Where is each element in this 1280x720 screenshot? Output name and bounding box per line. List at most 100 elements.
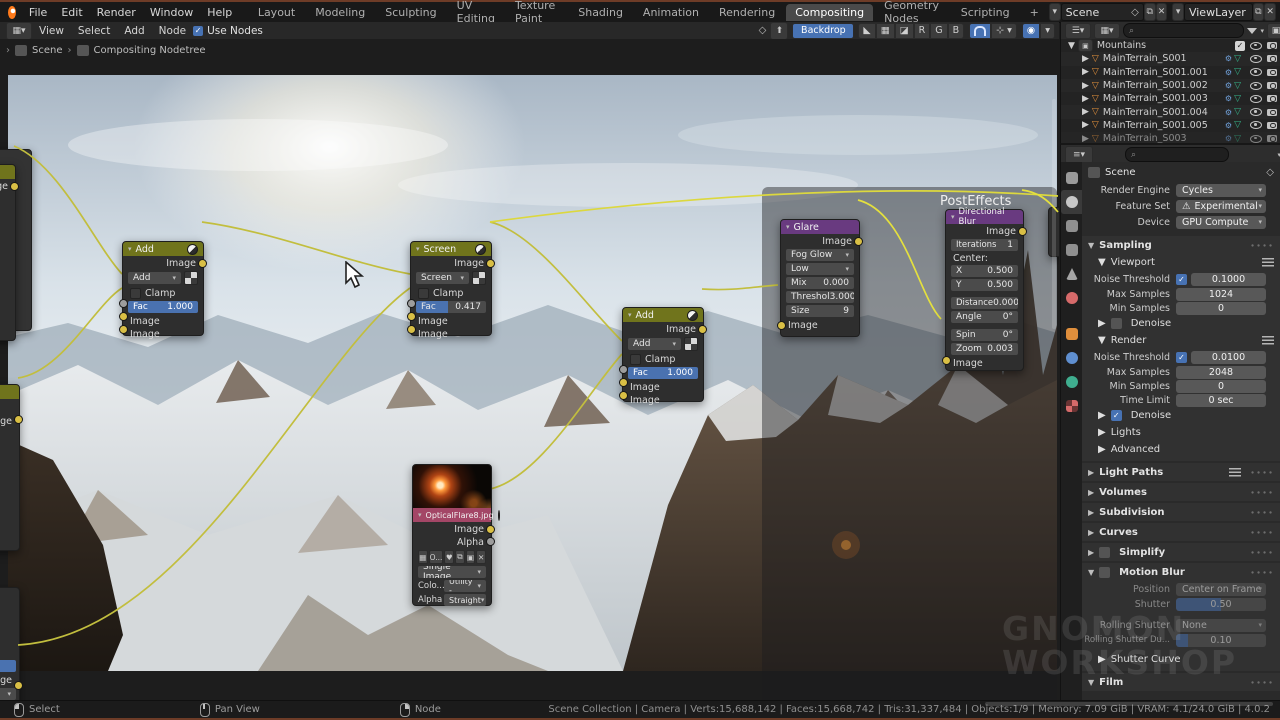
hide-eye-icon[interactable]: [1250, 121, 1262, 130]
zoom-field[interactable]: Zoom 0.003: [951, 343, 1018, 355]
fac-slider[interactable]: Fac 0.417: [416, 301, 486, 313]
blend-mode-dropdown[interactable]: Add ▾: [128, 272, 181, 284]
object-name[interactable]: MainTerrain_S001.005: [1103, 120, 1208, 131]
hide-eye-icon[interactable]: [1250, 134, 1262, 143]
r-max-samples-field[interactable]: 2048: [1176, 365, 1266, 379]
pin-icon[interactable]: ◇: [1131, 7, 1139, 18]
channel-g-button[interactable]: G: [930, 22, 948, 39]
simplify-panel[interactable]: ▶ Simplify ∙∙∙∙: [1082, 543, 1280, 561]
hide-eye-icon[interactable]: [1250, 81, 1262, 90]
tab-layout[interactable]: Layout: [249, 4, 304, 21]
socket-image-out[interactable]: [486, 259, 495, 268]
clamp-checkbox[interactable]: [418, 287, 429, 299]
source-dropdown[interactable]: Single Image ▾: [418, 566, 486, 578]
socket-fac[interactable]: [619, 365, 628, 374]
film-panel[interactable]: ▼ Film ∙∙∙∙: [1082, 673, 1280, 691]
editor-type-icon[interactable]: ▦▾: [6, 21, 32, 40]
use-nodes-checkbox[interactable]: ✓: [193, 25, 204, 36]
new-collection-icon[interactable]: ▣: [1267, 22, 1280, 39]
object-name[interactable]: MainTerrain_S003: [1103, 133, 1187, 143]
collapse-icon[interactable]: ▾: [628, 311, 632, 319]
tab-animation[interactable]: Animation: [634, 4, 708, 21]
collapse-icon[interactable]: ▾: [128, 245, 132, 253]
center-y-field[interactable]: Y 0.500: [951, 279, 1018, 291]
vp-noise-threshold-field[interactable]: 0.1000: [1191, 272, 1266, 286]
menu-window[interactable]: Window: [143, 6, 200, 19]
collection-checkbox[interactable]: ✓: [1235, 40, 1245, 51]
socket-fac[interactable]: [119, 299, 128, 308]
collapse-icon[interactable]: ▾: [951, 213, 955, 221]
image-name-button[interactable]: O...: [428, 550, 444, 564]
hide-eye-icon[interactable]: [1250, 41, 1262, 50]
socket-image-in[interactable]: [942, 356, 951, 365]
editor-menu-add[interactable]: Add: [117, 25, 151, 37]
channel-r-button[interactable]: R: [913, 22, 931, 39]
mix-slider[interactable]: Mix 0.000: [786, 277, 854, 289]
disclosure-icon[interactable]: ▶: [1082, 94, 1089, 104]
unlink-icon[interactable]: ✕: [476, 550, 486, 564]
tab-modeling[interactable]: Modeling: [306, 4, 374, 21]
outliner-display-mode-icon[interactable]: ▦▾: [1094, 22, 1120, 39]
time-limit-field[interactable]: 0 sec: [1176, 393, 1266, 407]
r-denoise-checkbox[interactable]: ✓: [1110, 410, 1122, 421]
fake-user-icon[interactable]: ♥: [444, 550, 455, 564]
tab-shading[interactable]: Shading: [569, 4, 632, 21]
socket-image-out[interactable]: [1018, 227, 1027, 236]
tab-scene[interactable]: [1061, 262, 1083, 286]
color-space-dropdown[interactable]: Utility - ... ▾: [444, 580, 486, 592]
socket-image-in1[interactable]: [619, 378, 628, 387]
outliner-row-object[interactable]: ▶ ▽ MainTerrain_S001.003 ⚙ ▽: [1061, 92, 1280, 105]
backdrop-color-alpha-button[interactable]: ◣: [858, 22, 876, 39]
collapse-icon[interactable]: ▾: [416, 245, 420, 253]
node-directional-blur[interactable]: ▾ Directional Blur Image Iterations 1 Cen…: [942, 207, 1027, 371]
fac-slider[interactable]: Fac 1.000: [128, 301, 198, 313]
outliner-row-object[interactable]: ▶ ▽ MainTerrain_S001.005 ⚙ ▽: [1061, 119, 1280, 132]
spin-field[interactable]: Spin 0°: [951, 329, 1018, 341]
node-glare[interactable]: ▾ Glare Image Fog Glow ▾ Low ▾ Mix 0.000 Th…: [777, 219, 863, 337]
r-min-samples-field[interactable]: 0: [1176, 379, 1266, 393]
outliner-row-object[interactable]: ▶ ▽ MainTerrain_S001.002 ⚙ ▽: [1061, 78, 1280, 93]
node-add-1[interactable]: ▾ Add Image Add ▾ Clamp Fac 1.000 Image Im…: [119, 241, 207, 340]
tab-tool[interactable]: [1061, 166, 1083, 190]
add-workspace-button[interactable]: +: [1021, 4, 1048, 21]
feature-set-dropdown[interactable]: ⚠ Experimental ▾: [1176, 199, 1266, 213]
snap-options-dropdown[interactable]: ⊹ ▾: [991, 22, 1017, 39]
r-noise-threshold-field[interactable]: 0.0100: [1191, 350, 1266, 364]
render-subpanel-header[interactable]: ▼ Render: [1082, 332, 1280, 349]
hide-eye-icon[interactable]: [1250, 94, 1262, 103]
scene-unlink-icon[interactable]: ✕: [1155, 3, 1168, 21]
fac-slider[interactable]: Fac 1.000: [628, 367, 698, 379]
disclosure-icon[interactable]: ▶: [1082, 67, 1089, 77]
properties-search-input[interactable]: ⌕: [1125, 147, 1229, 162]
preset-list-icon[interactable]: [1262, 258, 1274, 267]
tab-rendering[interactable]: Rendering: [710, 4, 784, 21]
go-to-parent-icon[interactable]: ⬆: [770, 21, 789, 40]
tab-sculpting[interactable]: Sculpting: [376, 4, 445, 21]
disclosure-icon[interactable]: ▶: [1082, 120, 1089, 130]
node-add-2[interactable]: ▾ Add Image Add ▾ Clamp Fac 1.000 Image Im…: [619, 307, 707, 406]
socket-image-in2[interactable]: [407, 325, 416, 334]
object-name[interactable]: MainTerrain_S001: [1103, 53, 1187, 64]
subdivision-panel[interactable]: ▶ Subdivision ∙∙∙∙: [1082, 503, 1280, 521]
curves-panel[interactable]: ▶ Curves ∙∙∙∙: [1082, 523, 1280, 541]
scene-selector[interactable]: Scene ◇: [1060, 3, 1144, 21]
collapse-icon[interactable]: ▾: [418, 511, 422, 519]
tab-particles[interactable]: [1061, 370, 1083, 394]
render-engine-dropdown[interactable]: Cycles ▾: [1176, 183, 1266, 197]
render-camera-icon[interactable]: [1267, 68, 1277, 76]
snap-magnet-icon[interactable]: [969, 22, 992, 39]
distance-field[interactable]: Distance 0.000: [951, 297, 1018, 309]
socket-image-in1[interactable]: [407, 312, 416, 321]
device-dropdown[interactable]: GPU Compute ▾: [1176, 215, 1266, 229]
collection-name[interactable]: Mountains: [1097, 40, 1146, 51]
alpha-mode-dropdown[interactable]: Straight ▾: [444, 594, 486, 606]
clipping-icon[interactable]: [684, 337, 698, 351]
clipping-icon[interactable]: [472, 271, 486, 285]
motion-blur-header[interactable]: ▼ Motion Blur ∙∙∙∙: [1082, 563, 1280, 581]
socket-image-in[interactable]: [777, 321, 786, 330]
outliner-row-object[interactable]: ▶ ▽ MainTerrain_S001.004 ⚙ ▽: [1061, 105, 1280, 119]
glare-quality-dropdown[interactable]: Low ▾: [786, 263, 854, 275]
object-name[interactable]: MainTerrain_S001.001: [1103, 67, 1208, 78]
object-name[interactable]: MainTerrain_S001.004: [1103, 107, 1208, 118]
hide-eye-icon[interactable]: [1250, 54, 1262, 63]
